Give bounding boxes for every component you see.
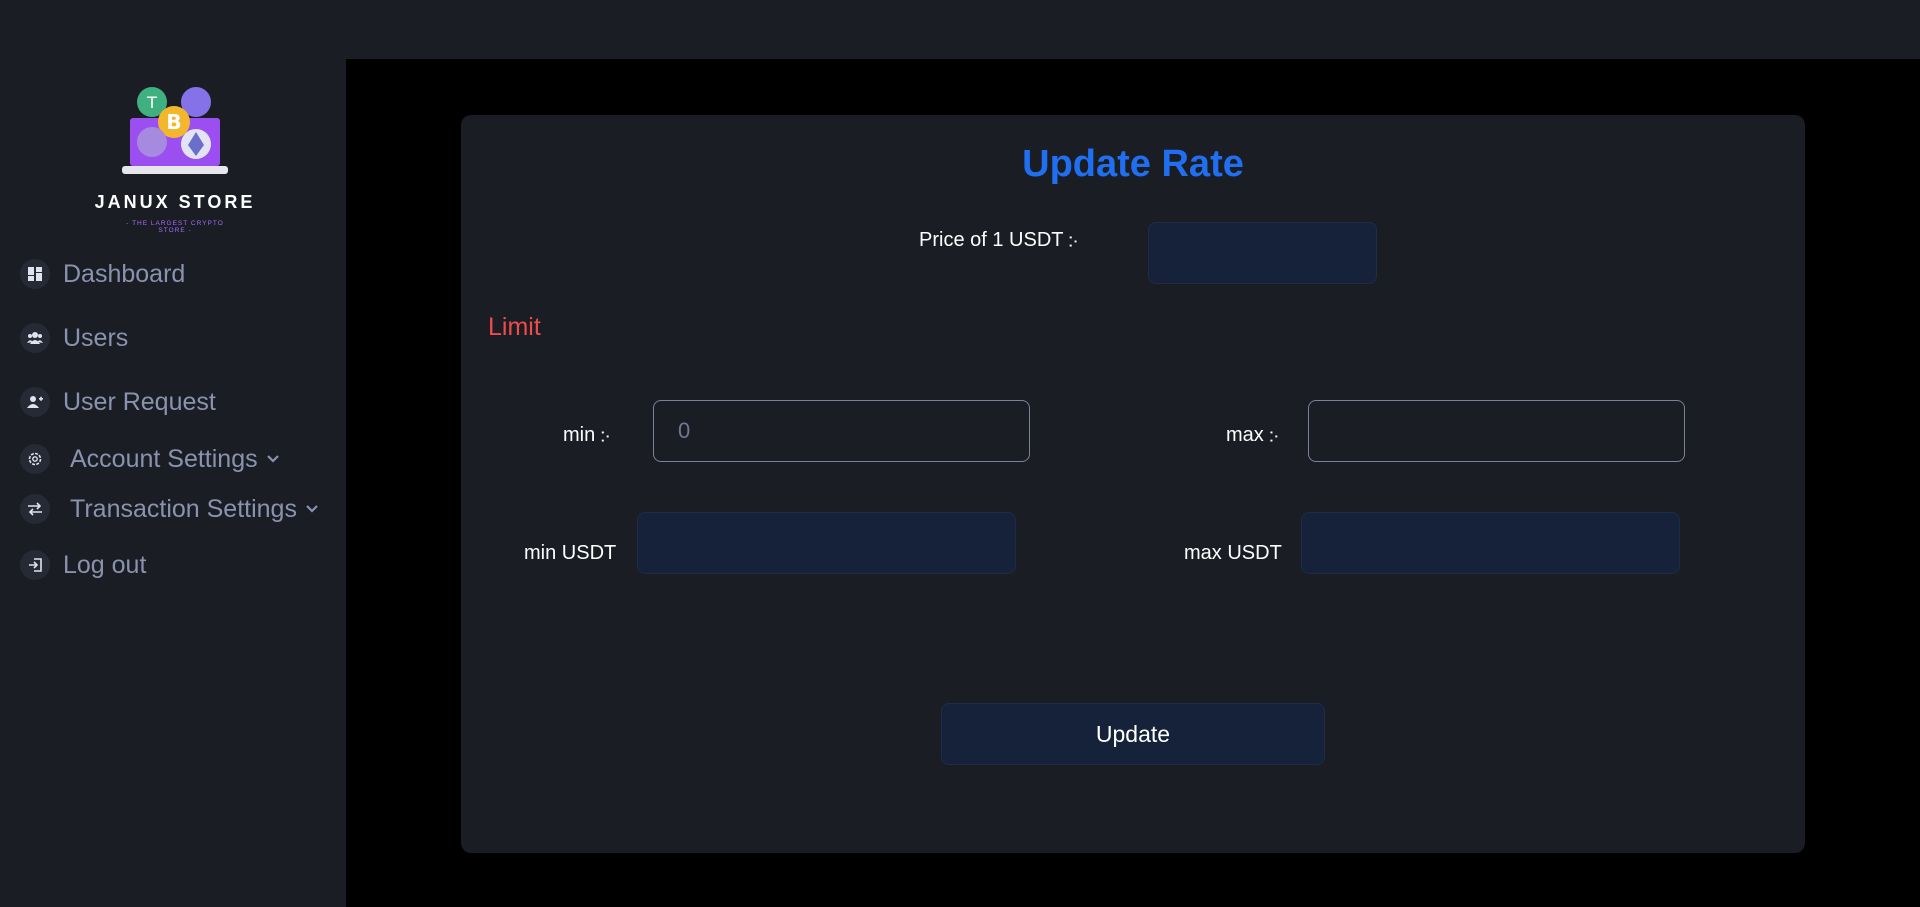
max-usdt-input[interactable] (1302, 513, 1679, 573)
min-usdt-input[interactable] (638, 513, 1015, 573)
sidebar: T B JANUX STORE - THE LARGEST CRYPTO STO… (0, 0, 346, 907)
sidebar-item-label: Log out (63, 550, 147, 579)
sidebar-item-label: User Request (63, 387, 216, 416)
page-title: Update Rate (1022, 143, 1244, 185)
sidebar-item-users[interactable]: Users (20, 323, 128, 353)
update-rate-card: Update Rate Price of 1 USDT ჻ Limit min … (461, 115, 1805, 853)
svg-text:T: T (146, 93, 157, 112)
sidebar-item-label: Dashboard (63, 259, 186, 288)
logout-icon (20, 550, 50, 580)
chevron-down-icon (266, 455, 279, 463)
svg-text:B: B (166, 110, 181, 134)
user-plus-icon (20, 387, 50, 417)
price-field[interactable] (1148, 222, 1377, 284)
limit-heading: Limit (488, 313, 541, 341)
max-usdt-field[interactable] (1301, 512, 1680, 574)
sidebar-item-user-request[interactable]: User Request (20, 387, 216, 417)
update-button[interactable]: Update (941, 703, 1325, 765)
sidebar-item-label: Users (63, 323, 129, 352)
min-local-field[interactable] (653, 400, 1030, 462)
brand-name: JANUX STORE (94, 192, 256, 212)
sidebar-item-label: Transaction Settings (70, 494, 297, 523)
sidebar-item-account-settings[interactable]: Account Settings (20, 444, 279, 474)
users-icon (20, 323, 50, 353)
min-usdt-label: min USDT (524, 542, 617, 564)
sidebar-item-dashboard[interactable]: Dashboard (20, 259, 185, 289)
max-local-field[interactable] (1308, 400, 1685, 462)
gear-icon (20, 444, 50, 474)
sidebar-item-label: Account Settings (70, 444, 258, 473)
min-local-input[interactable] (654, 401, 1029, 461)
sidebar-item-transaction-settings[interactable]: Transaction Settings (20, 494, 318, 524)
max-usdt-label: max USDT (1184, 542, 1282, 564)
chevron-down-icon (306, 505, 318, 513)
swap-arrows-icon (20, 494, 50, 524)
brand-tagline: - THE LARGEST CRYPTO STORE - (126, 220, 224, 234)
min-usdt-field[interactable] (637, 512, 1016, 574)
sidebar-item-logout[interactable]: Log out (20, 550, 146, 580)
store-logo: T B (120, 84, 230, 180)
max-local-label: max ჻ (1226, 424, 1279, 446)
max-local-input[interactable] (1309, 401, 1684, 461)
price-label: Price of 1 USDT ჻ (919, 229, 1078, 251)
price-input[interactable] (1149, 223, 1376, 283)
min-local-label: min ჻ (563, 424, 610, 446)
dashboard-icon (20, 259, 50, 289)
